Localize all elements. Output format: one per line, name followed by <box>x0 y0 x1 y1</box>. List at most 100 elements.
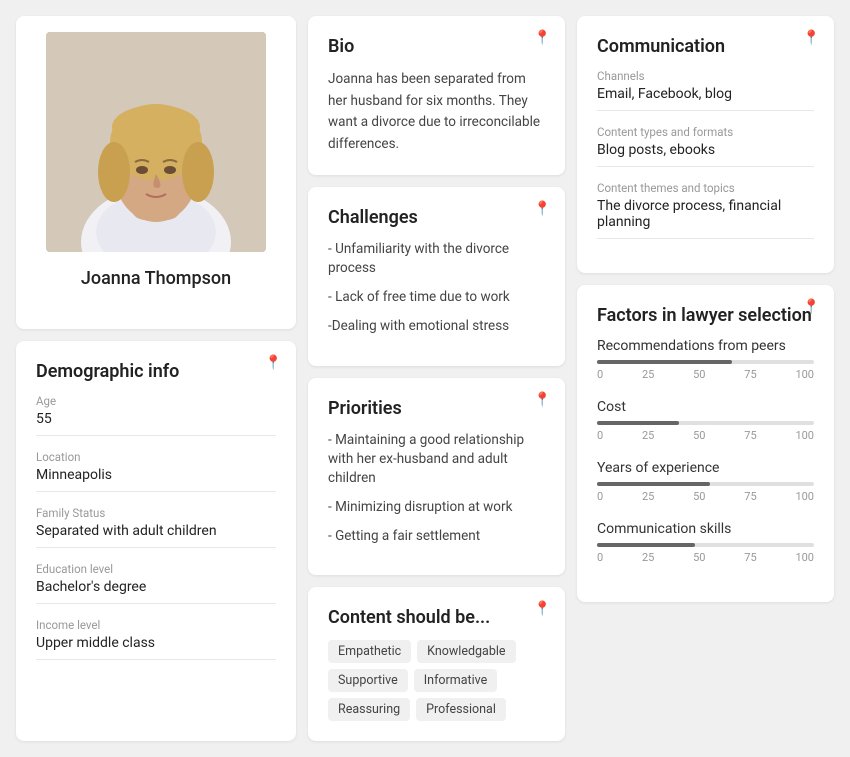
slider-labels: 0 25 50 75 100 <box>597 551 814 564</box>
tags-container: Empathetic Knowledgable Supportive Informat… <box>328 640 545 721</box>
slider-label: 25 <box>642 429 654 442</box>
challenges-title: Challenges <box>328 207 545 228</box>
demo-pin-icon: 📍 <box>265 355 282 371</box>
slider-label: 50 <box>693 429 705 442</box>
priorities-pin-icon: 📍 <box>534 392 551 408</box>
comm-section: ChannelsEmail, Facebook, blog <box>597 69 814 111</box>
field-value: Upper middle class <box>36 635 276 660</box>
slider-label: 25 <box>642 490 654 503</box>
demo-fields: Age 55 Location Minneapolis Family Status Sep… <box>36 394 276 660</box>
factor-slider-track[interactable] <box>597 482 814 486</box>
slider-label: 75 <box>744 429 756 442</box>
slider-label: 50 <box>693 368 705 381</box>
slider-label: 0 <box>597 368 603 381</box>
factor-slider-track[interactable] <box>597 543 814 547</box>
field-label: Education level <box>36 562 276 576</box>
demo-title: Demographic info <box>36 361 276 382</box>
comm-section: Content types and formats Blog posts, ebo… <box>597 125 814 167</box>
content-title: Content should be... <box>328 607 545 628</box>
factor-slider-fill <box>597 360 732 364</box>
comm-section-value: Blog posts, ebooks <box>597 142 814 167</box>
demographic-field: Family Status Separated with adult childr… <box>36 506 276 548</box>
demographic-field: Age 55 <box>36 394 276 436</box>
slider-label: 25 <box>642 368 654 381</box>
bio-text: Joanna has been separated from her husba… <box>328 69 545 155</box>
profile-card: Joanna Thompson <box>16 16 296 329</box>
slider-labels: 0255075100 <box>597 490 814 503</box>
factor-slider-track[interactable] <box>597 360 814 364</box>
factor-item: Cost 0 25 50 75 100 <box>597 399 814 442</box>
comm-section-label: Channels <box>597 69 814 83</box>
priority-item: - Getting a fair settlement <box>328 527 545 546</box>
factors-list: Recommendations from peers0255075100Cost… <box>597 338 814 564</box>
slider-label: 0 <box>597 551 603 564</box>
slider-label: 75 <box>744 368 756 381</box>
comm-title: Communication <box>597 36 814 57</box>
field-label: Family Status <box>36 506 276 520</box>
slider-label: 75 <box>744 551 756 564</box>
profile-name: Joanna Thompson <box>81 268 231 289</box>
field-value: Bachelor's degree <box>36 579 276 604</box>
factors-pin-icon: 📍 <box>803 299 820 315</box>
slider-label: 100 <box>795 551 814 564</box>
challenge-item: -Dealing with emotional stress <box>328 317 545 336</box>
factor-name: Recommendations from peers <box>597 338 814 354</box>
content-tag: Professional <box>416 698 506 721</box>
content-pin-icon: 📍 <box>534 601 551 617</box>
slider-label: 100 <box>795 490 814 503</box>
content-tag: Knowledgable <box>417 640 515 663</box>
comm-section-label: Content types and formats <box>597 125 814 139</box>
field-value: 55 <box>36 411 276 436</box>
challenge-item: - Unfamiliarity with the divorce process <box>328 240 545 278</box>
slider-label: 25 <box>642 551 654 564</box>
slider-label: 75 <box>744 490 756 503</box>
priority-item: - Minimizing disruption at work <box>328 498 545 517</box>
priorities-list: - Maintaining a good relationship with h… <box>328 431 545 545</box>
profile-image <box>46 32 266 252</box>
field-label: Age <box>36 394 276 408</box>
challenges-pin-icon: 📍 <box>534 201 551 217</box>
comm-section-label: Content themes and topics <box>597 181 814 195</box>
field-label: Location <box>36 450 276 464</box>
field-value: Minneapolis <box>36 467 276 492</box>
field-value: Separated with adult children <box>36 523 276 548</box>
factor-slider-fill <box>597 421 679 425</box>
bio-card: 📍 Bio Joanna has been separated from her… <box>308 16 565 175</box>
factors-title: Factors in lawyer selection <box>597 305 814 326</box>
content-tag: Empathetic <box>328 640 411 663</box>
factor-name: Cost <box>597 399 814 415</box>
slider-label: 0 <box>597 490 603 503</box>
factor-name: Communication skills <box>597 521 814 537</box>
factor-slider-track[interactable] <box>597 421 814 425</box>
content-tag: Reassuring <box>328 698 410 721</box>
comm-section-value: The divorce process, financial planning <box>597 198 814 239</box>
bio-title: Bio <box>328 36 545 57</box>
factor-name: Years of experience <box>597 460 814 476</box>
factor-slider-fill <box>597 543 695 547</box>
slider-label: 100 <box>795 368 814 381</box>
factor-item: Years of experience0255075100 <box>597 460 814 503</box>
factors-card: 📍 Factors in lawyer selection Recommenda… <box>577 285 834 602</box>
content-tag: Informative <box>414 669 498 692</box>
factor-slider-fill <box>597 482 710 486</box>
slider-label: 50 <box>693 551 705 564</box>
slider-labels: 0 25 50 75 100 <box>597 429 814 442</box>
demographic-field: Location Minneapolis <box>36 450 276 492</box>
priorities-card: 📍 Priorities - Maintaining a good relati… <box>308 378 565 575</box>
demographic-card: 📍 Demographic info Age 55 Location Minneapo… <box>16 341 296 742</box>
slider-labels: 0 25 50 75 100 <box>597 368 814 381</box>
comm-section: Content themes and topics The divorce pro… <box>597 181 814 239</box>
slider-label: 0 <box>597 429 603 442</box>
challenges-list: - Unfamiliarity with the divorce process… <box>328 240 545 336</box>
field-label: Income level <box>36 618 276 632</box>
demographic-field: Income level Upper middle class <box>36 618 276 660</box>
content-tag: Supportive <box>328 669 408 692</box>
priority-item: - Maintaining a good relationship with h… <box>328 431 545 488</box>
bio-pin-icon: 📍 <box>534 30 551 46</box>
slider-label: 100 <box>795 429 814 442</box>
challenges-card: 📍 Challenges - Unfamiliarity with the di… <box>308 187 565 366</box>
content-card: 📍 Content should be... Empathetic Knowled… <box>308 587 565 741</box>
factor-item: Recommendations from peers 0 25 50 75 100 <box>597 338 814 381</box>
comm-pin-icon: 📍 <box>803 30 820 46</box>
priorities-title: Priorities <box>328 398 545 419</box>
